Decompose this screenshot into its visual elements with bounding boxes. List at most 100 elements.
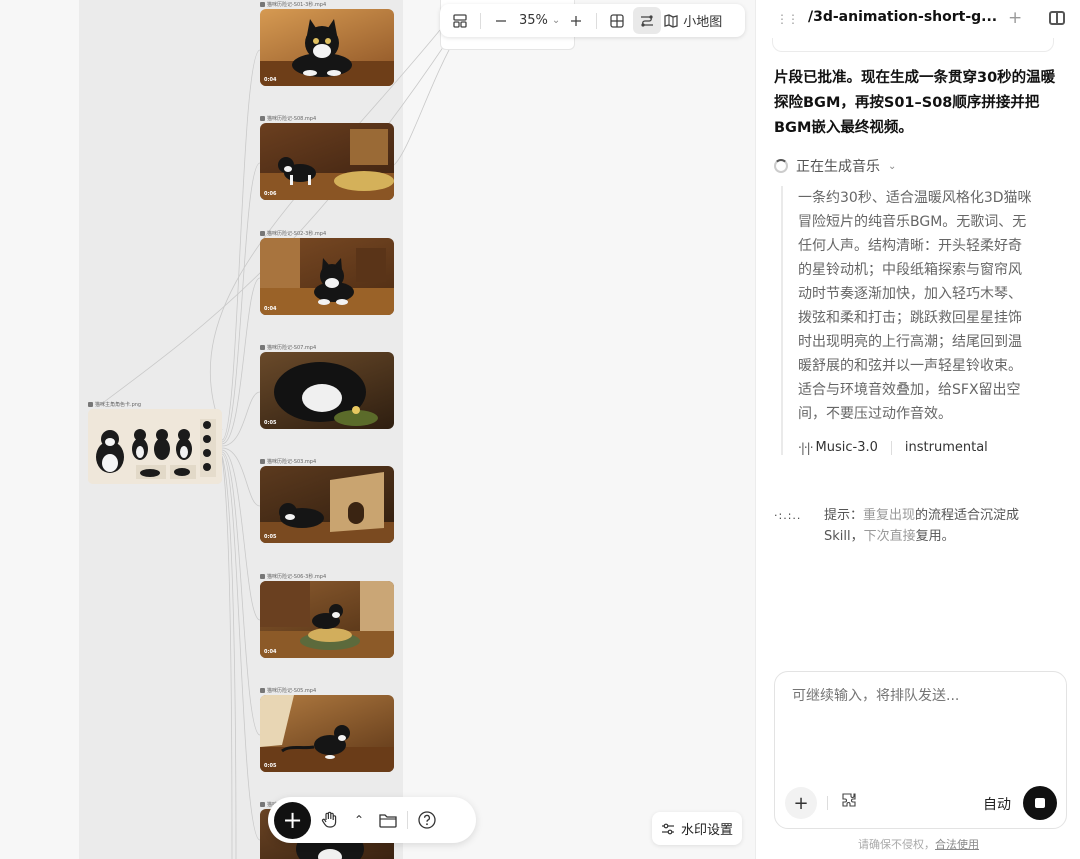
video-node-7[interactable]: 猫咪历险记-S05.mp4 0:05 — [260, 686, 394, 772]
panel-header: ⋮⋮ /3d-animation-short-g... + — [756, 0, 1080, 38]
legal-use-link[interactable]: 合法使用 — [935, 838, 979, 851]
help-icon[interactable] — [412, 805, 442, 835]
zoom-out-icon[interactable] — [487, 7, 515, 34]
cat-scene-image — [260, 19, 394, 86]
auto-layout-icon[interactable] — [446, 7, 474, 34]
reference-image-node[interactable]: 猫咪主角角色卡.png — [88, 400, 222, 484]
generation-status[interactable]: 正在生成音乐 ⌄ — [774, 156, 896, 176]
assistant-message: 片段已批准。现在生成一条贯穿30秒的温暖探险BGM，再按S01–S08顺序拼接并… — [774, 70, 1056, 136]
zoom-chevron-down-icon[interactable]: ⌄ — [552, 15, 560, 26]
minimap-toggle[interactable]: 小地图 — [663, 7, 722, 34]
video-node-5[interactable]: 猫咪历险记-S03.mp4 0:05 — [260, 457, 394, 543]
minimap-label: 小地图 — [683, 15, 723, 30]
message-input[interactable] — [792, 688, 1042, 704]
video-thumbnail: 0:04 — [260, 9, 394, 86]
music-prompt-text: 一条约30秒、适合温暖风格化3D猫咪冒险短片的纯音乐BGM。无歌词、无任何人声。… — [798, 190, 1032, 422]
video-thumbnail: 0:06 — [260, 123, 394, 200]
video-node-caption: 猫咪历险记-S01-3秒.mp4 — [260, 0, 394, 9]
music-mode-tag: instrumental — [904, 440, 988, 455]
new-tab-plus-icon[interactable]: + — [1008, 8, 1022, 28]
dock-divider — [407, 811, 408, 829]
video-thumbnail: 0:05 — [260, 695, 394, 772]
stop-generation-button[interactable] — [1023, 786, 1057, 820]
cat-scene-image — [260, 238, 394, 315]
video-duration: 0:05 — [264, 534, 277, 540]
collapsed-message-card — [772, 38, 1054, 52]
skill-hint: ·:.:.. 提示：重复出现的流程适合沉淀成 Skill，下次直接复用。 — [774, 505, 1064, 547]
folder-icon[interactable] — [373, 805, 403, 835]
video-node-2[interactable]: 猫咪历险记-S08.mp4 0:06 — [260, 114, 394, 200]
loading-spinner-icon — [774, 159, 788, 173]
assistant-panel: ⋮⋮ /3d-animation-short-g... + 片段已批准。现在生成… — [755, 0, 1080, 859]
character-sheet-thumbnail — [88, 409, 222, 484]
plus-icon: + — [282, 806, 303, 834]
cat-scene-image — [274, 362, 378, 426]
cat-scene-image — [260, 129, 394, 200]
hint-text: 提示：重复出现的流程适合沉淀成 Skill，下次直接复用。 — [824, 508, 1020, 544]
video-duration: 0:04 — [264, 306, 277, 312]
grid-icon[interactable] — [603, 7, 631, 34]
video-node-caption: 猫咪历险记-S08.mp4 — [260, 114, 394, 123]
panel-layout-icon[interactable] — [1049, 11, 1065, 25]
toolbar-divider — [480, 12, 481, 29]
panel-title[interactable]: /3d-animation-short-g... — [808, 9, 997, 25]
video-node-caption: 猫咪历险记-S02-3秒.mp4 — [260, 229, 394, 238]
plus-icon: + — [793, 792, 809, 814]
stop-icon — [1035, 798, 1045, 808]
reference-node-caption: 猫咪主角角色卡.png — [88, 400, 222, 409]
character-sheet-image — [88, 409, 222, 484]
watermark-settings-label: 水印设置 — [680, 823, 733, 838]
plugin-icon[interactable] — [841, 792, 857, 812]
video-duration: 0:05 — [264, 420, 277, 426]
message-composer: + 自动 — [774, 671, 1067, 829]
waveform-icon: ‧|‧|‧ — [798, 440, 814, 455]
zoom-in-icon[interactable] — [562, 7, 590, 34]
cat-scene-image — [260, 581, 394, 658]
music-meta-row: ‧|‧|‧ Music-3.0 instrumental — [798, 440, 1061, 455]
video-file-icon — [260, 459, 265, 464]
hand-tool-icon[interactable] — [315, 805, 345, 835]
canvas-toolbar: 35% ⌄ 小地图 — [440, 4, 745, 37]
chevron-up-icon[interactable]: ⌃ — [349, 805, 369, 835]
video-node-caption: 猫咪历险记-S06-3秒.mp4 — [260, 572, 394, 581]
workflow-canvas[interactable]: 猫咪主角角色卡.png 猫咪历险记-S01-3秒.mp4 0:04 猫咪历险记-… — [0, 0, 755, 859]
status-label: 正在生成音乐 — [796, 159, 880, 175]
video-node-6[interactable]: 猫咪历险记-S06-3秒.mp4 0:04 — [260, 572, 394, 658]
mode-selector[interactable]: 自动 — [983, 794, 1011, 814]
sliders-icon — [661, 823, 674, 834]
toolbar-divider — [596, 12, 598, 29]
meta-divider — [890, 440, 892, 455]
video-duration: 0:05 — [264, 763, 277, 769]
cat-scene-image — [260, 695, 394, 772]
attach-plus-button[interactable]: + — [785, 787, 817, 819]
video-duration: 0:04 — [264, 77, 277, 83]
video-thumbnail: 0:05 — [260, 352, 394, 429]
video-duration: 0:06 — [264, 191, 277, 197]
video-node-1[interactable]: 猫咪历险记-S01-3秒.mp4 0:04 — [260, 0, 394, 86]
video-duration: 0:04 — [264, 649, 277, 655]
video-file-icon — [260, 688, 265, 693]
video-thumbnail: 0:04 — [260, 581, 394, 658]
video-node-3[interactable]: 猫咪历险记-S02-3秒.mp4 0:04 — [260, 229, 394, 315]
bottom-tool-dock: + ⌃ — [268, 797, 476, 843]
video-file-icon — [260, 2, 265, 7]
video-file-icon — [260, 345, 265, 350]
video-file-icon — [260, 116, 265, 121]
music-model: Music-3.0 — [815, 440, 878, 455]
video-node-caption: 猫咪历险记-S07.mp4 — [260, 343, 394, 352]
video-node-caption: 猫咪历险记-S05.mp4 — [260, 686, 394, 695]
video-node-caption: 猫咪历险记-S03.mp4 — [260, 457, 394, 466]
drag-handle-icon[interactable]: ⋮⋮ — [776, 12, 799, 26]
image-file-icon — [88, 402, 93, 407]
connector-toggle-icon[interactable] — [633, 7, 662, 34]
add-node-button[interactable]: + — [274, 801, 311, 839]
watermark-settings-button[interactable]: 水印设置 — [652, 812, 742, 845]
video-thumbnail: 0:04 — [260, 238, 394, 315]
zoom-level[interactable]: 35% — [517, 13, 550, 28]
video-thumbnail: 0:05 — [260, 466, 394, 543]
cat-scene-image — [260, 472, 394, 543]
chevron-down-icon[interactable]: ⌄ — [888, 161, 896, 172]
video-file-icon — [260, 802, 265, 807]
video-node-4[interactable]: 猫咪历险记-S07.mp4 0:05 — [260, 343, 394, 429]
map-icon — [664, 13, 678, 28]
